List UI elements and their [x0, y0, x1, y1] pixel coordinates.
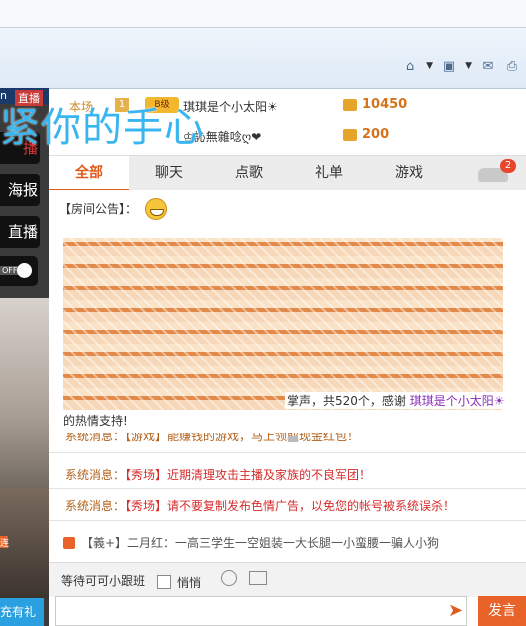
- recharge-button[interactable]: 充有礼: [0, 598, 44, 626]
- rss-feed-icon[interactable]: ▣: [441, 58, 457, 74]
- system-message: 系统消息：【秀场】请不要复制发布色情广告，以免您的帐号被系统误杀！: [65, 497, 455, 514]
- rank-value: 10450: [362, 97, 408, 112]
- gift-applause-icons: [63, 238, 503, 410]
- tab-song[interactable]: 点歌: [209, 156, 289, 190]
- video-panel: n 直播 播 海报 直播 OFF 连 充有礼: [0, 88, 49, 626]
- announcement-icon: [63, 537, 75, 549]
- video-scene: [0, 298, 49, 498]
- system-tag[interactable]: 【秀场】: [125, 468, 167, 482]
- browser-title-bar: [0, 0, 526, 28]
- announcement: 【義+】二月红：一高三学生一空姐装一大长腿一小蛮腰一骗人小狗: [63, 534, 439, 551]
- menu-poster[interactable]: 海报: [0, 174, 40, 206]
- print-icon[interactable]: ⎙: [504, 58, 520, 74]
- chat-toolbar: 等待可可小跟班 悄悄: [49, 562, 526, 597]
- mail-icon[interactable]: ✉: [480, 58, 496, 74]
- gift-user-link[interactable]: 琪琪是个小太阳☀: [410, 394, 505, 408]
- tab-chat[interactable]: 聊天: [129, 156, 209, 190]
- overlay-title: 紧你的手心: [0, 105, 205, 151]
- whisper-label: 悄悄: [177, 576, 202, 590]
- divider: [49, 488, 526, 489]
- divider: [49, 452, 526, 453]
- system-prefix: 系统消息：: [65, 499, 126, 513]
- system-message: 系统消息：【秀场】近期清理攻击主播及家族的不良军团！: [65, 466, 371, 483]
- chat-target-select[interactable]: 等待可可小跟班: [61, 572, 145, 589]
- home-icon[interactable]: ⌂: [402, 58, 418, 74]
- system-message-partial: 系统消息：【游戏】能赚钱的游戏，马上领取现金红包！: [65, 433, 360, 443]
- car-count-badge: 2: [500, 159, 516, 173]
- coin-icon: [343, 99, 357, 111]
- system-tag[interactable]: 【秀场】: [125, 499, 167, 513]
- system-prefix: 系统消息：: [65, 468, 126, 482]
- system-text: 请不要复制发布色情广告，以免您的帐号被系统误杀！: [167, 499, 456, 513]
- browser-command-bar: ⌂ ▼ ▣ ▼ ✉ ⎙: [0, 28, 526, 89]
- gift-message: 掌声，共520个，感谢 琪琪是个小太阳☀: [285, 392, 505, 409]
- menu-live[interactable]: 直播: [0, 216, 40, 248]
- whisper-checkbox[interactable]: [157, 575, 171, 589]
- emoji-icon[interactable]: [221, 570, 237, 586]
- gift-message-text: 掌声，共520个，感谢: [287, 394, 410, 408]
- chat-panel: 【房间公告】： 掌声，共520个，感谢 琪琪是个小太阳☀ 的热情支持! 系统消息…: [49, 190, 526, 560]
- send-button[interactable]: 发言: [478, 596, 526, 626]
- room-notice-label: 【房间公告】：: [59, 202, 138, 216]
- tab-games[interactable]: 游戏: [369, 156, 449, 190]
- announcement-text: 【義+】二月红：一高三学生一空姐装一大长腿一小蛮腰一骗人小狗: [81, 536, 440, 550]
- rank-value: 200: [362, 127, 390, 142]
- send-arrow-icon[interactable]: ➤: [448, 600, 470, 621]
- toggle-knob: [17, 263, 32, 278]
- image-icon[interactable]: [249, 571, 267, 585]
- orange-tag: 连: [0, 536, 9, 549]
- tab-gift-list[interactable]: 礼单: [289, 156, 369, 190]
- chat-input[interactable]: [55, 596, 467, 626]
- toggle-switch[interactable]: OFF: [0, 256, 38, 286]
- gift-message-tail: 的热情支持!: [63, 414, 128, 428]
- chevron-down-icon[interactable]: ▼: [465, 61, 472, 71]
- chat-tabs: 全部 聊天 点歌 礼单 游戏 2: [49, 155, 526, 191]
- divider: [49, 520, 526, 521]
- tab-all[interactable]: 全部: [49, 156, 129, 191]
- coin-icon: [343, 129, 357, 141]
- grin-emoji-icon: [145, 198, 167, 220]
- resize-handle[interactable]: [288, 436, 298, 442]
- chevron-down-icon[interactable]: ▼: [426, 61, 433, 71]
- system-text: 近期清理攻击主播及家族的不良军团！: [167, 468, 372, 482]
